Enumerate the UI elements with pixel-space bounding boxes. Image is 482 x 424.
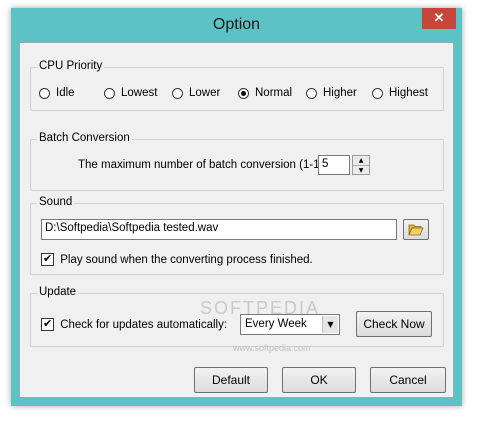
radio-label-idle: Idle [56,87,75,99]
default-button-label: Default [211,373,251,387]
watermark-url: www.softpedia.com [233,343,311,353]
cpu-priority-group: CPU Priority Idle Lowest Lower Normal Hi… [30,60,444,111]
watermark-logo: SOFTPEDIA [200,298,321,318]
title-bar[interactable]: Option ✕ [11,8,462,42]
radio-higher[interactable]: Higher [306,87,357,99]
radio-label-higher: Higher [323,87,357,99]
batch-conversion-group: Batch Conversion The maximum number of b… [30,132,444,191]
radio-indicator [39,87,50,99]
auto-update-checkbox[interactable] [41,317,54,331]
browse-sound-button[interactable] [403,219,429,240]
cancel-button-label: Cancel [389,373,427,387]
radio-indicator [104,87,115,99]
batch-limit-spinner[interactable]: ▲ ▼ [352,155,370,175]
radio-label-lower: Lower [189,87,221,99]
close-icon: ✕ [433,10,445,25]
cpu-priority-legend: CPU Priority [37,60,105,72]
radio-label-lowest: Lowest [121,87,158,99]
check-now-button[interactable]: Check Now [356,311,432,337]
sound-legend: Sound [37,196,75,208]
option-dialog-window: Option ✕ CPU Priority Idle Lowest Lower … [11,8,462,406]
dialog-client-area: CPU Priority Idle Lowest Lower Normal Hi… [19,42,454,398]
radio-label-normal: Normal [255,87,293,99]
radio-label-highest: Highest [389,87,428,99]
radio-highest[interactable]: Highest [372,87,428,99]
play-sound-option[interactable]: Play sound when the converting process f… [41,252,313,266]
spin-up-icon[interactable]: ▲ [353,156,369,166]
spin-down-icon[interactable]: ▼ [353,166,369,175]
batch-limit-label: The maximum number of batch conversion (… [78,159,337,171]
play-sound-checkbox[interactable] [41,252,54,266]
cancel-button[interactable]: Cancel [370,367,446,393]
check-now-label: Check Now [363,317,425,331]
sound-group: Sound D:\Softpedia\Softpedia tested.wav … [30,196,444,275]
chevron-down-icon[interactable]: ▼ [322,316,338,333]
radio-indicator [306,87,317,99]
radio-indicator-selected [238,87,249,99]
update-legend: Update [37,286,79,298]
close-button[interactable]: ✕ [422,8,456,29]
folder-open-icon [408,224,424,236]
radio-normal[interactable]: Normal [238,87,292,99]
window-title: Option [212,16,261,33]
batch-conversion-legend: Batch Conversion [37,132,132,144]
default-button[interactable]: Default [194,367,268,393]
sound-file-path-input[interactable]: D:\Softpedia\Softpedia tested.wav [41,219,397,240]
radio-lowest[interactable]: Lowest [104,87,157,99]
radio-lower[interactable]: Lower [172,87,220,99]
radio-indicator [372,87,383,99]
auto-update-option[interactable]: Check for updates automatically: [41,317,228,331]
update-frequency-value: Every Week [245,318,307,330]
batch-limit-input[interactable]: 5 [318,155,350,175]
play-sound-label: Play sound when the converting process f… [60,253,313,266]
ok-button[interactable]: OK [282,367,356,393]
radio-indicator [172,87,183,99]
auto-update-label: Check for updates automatically: [60,318,228,331]
ok-button-label: OK [310,373,328,387]
radio-idle[interactable]: Idle [39,87,75,99]
